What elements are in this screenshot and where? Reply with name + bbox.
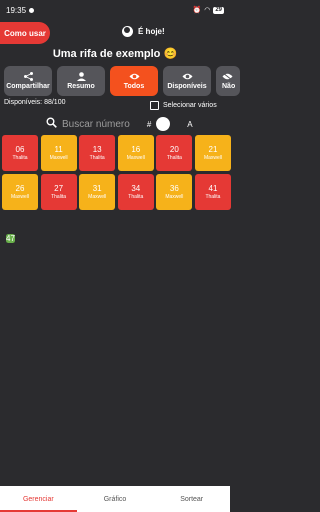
wifi-icon: ◠	[204, 7, 211, 14]
number-label: 20	[169, 145, 179, 154]
buyer-name: Thalita	[128, 193, 144, 200]
number-cell[interactable]: 31 Maxwell	[79, 173, 116, 210]
buyer-name: Thalita	[166, 155, 182, 161]
all-filter-button[interactable]: Todos	[110, 66, 158, 96]
buyer-name: Thalita	[12, 155, 28, 161]
search-input[interactable]: Buscar número	[62, 119, 130, 130]
sort-numeric-label: #	[146, 119, 152, 129]
today-button[interactable]: É hoje!	[122, 26, 165, 37]
buyer-name: Maxwell	[126, 155, 145, 161]
number-label: 31	[92, 183, 102, 193]
today-label: É hoje!	[138, 27, 165, 36]
available-count: Disponíveis: 88/100	[4, 99, 66, 106]
number-label: 26	[15, 183, 25, 193]
alarm-icon: ⏰	[192, 7, 202, 14]
eye-off-icon	[222, 72, 233, 81]
buyer-name: Thalita	[89, 155, 105, 161]
number-label: 06	[15, 145, 25, 154]
sort-toggle[interactable]	[156, 117, 171, 131]
number-label: 27	[54, 183, 64, 193]
person-icon	[76, 72, 87, 81]
battery-icon: 29	[213, 6, 224, 14]
number-label: 11	[54, 145, 63, 154]
number-label: 41	[208, 183, 218, 193]
select-various-checkbox[interactable]	[150, 101, 159, 110]
all-filter-label: Todos	[123, 83, 145, 90]
como-usar-button[interactable]: Como usar	[0, 22, 50, 44]
unavailable-filter-button[interactable]: Não	[216, 66, 240, 96]
share-icon	[23, 72, 34, 81]
number-cell[interactable]: 21 Maxwell	[194, 135, 231, 171]
number-label: 34	[131, 183, 141, 193]
search-row: Buscar número # A	[46, 115, 193, 133]
buyer-name: Maxwell	[49, 155, 68, 161]
buyer-name: Maxwell	[203, 155, 222, 161]
number-label: 16	[131, 145, 141, 154]
buyer-name: Maxwell	[10, 193, 30, 200]
number-cell[interactable]: 13 Thalita	[79, 135, 116, 171]
page-title: Uma rifa de exemplo 😊	[52, 48, 178, 60]
bottom-nav: Gerenciar Gráfico Sortear	[0, 486, 230, 512]
tab-grafico[interactable]: Gráfico	[77, 486, 154, 512]
status-time: 19:35	[6, 5, 27, 15]
number-cell[interactable]: 27 Thalita	[40, 173, 77, 210]
share-filter-button[interactable]: Compartilhar	[4, 66, 52, 96]
select-various-toggle[interactable]: Selecionar vários	[150, 101, 217, 110]
moon-icon	[122, 26, 133, 37]
number-cell[interactable]: 20 Thalita	[156, 135, 193, 171]
number-label: 13	[92, 145, 102, 154]
sort-alpha-label: A	[187, 119, 193, 129]
number-label: 21	[208, 145, 218, 154]
unavailable-filter-label: Não	[222, 83, 236, 90]
number-cell[interactable]: 47	[6, 234, 15, 243]
tab-gerenciar[interactable]: Gerenciar	[0, 486, 77, 512]
eye-icon	[182, 72, 193, 81]
number-cell[interactable]: 11 Maxwell	[40, 135, 77, 171]
summary-filter-button[interactable]: Resumo	[57, 66, 105, 96]
status-left: 19:35	[6, 5, 35, 15]
filter-bar: Compartilhar Resumo Todos Disponíveis Nã…	[4, 66, 240, 96]
buyer-name: Thalita	[51, 193, 67, 200]
number-grid: 00010203040506Thalita0708091011Maxwell12…	[2, 135, 231, 243]
number-cell[interactable]: 16 Maxwell	[117, 135, 154, 171]
tab-sortear[interactable]: Sortear	[153, 486, 230, 512]
number-cell[interactable]: 41 Thalita	[194, 173, 231, 210]
buyer-name: Thalita	[205, 193, 221, 200]
status-right: ⏰ ◠ 29	[192, 6, 224, 14]
select-various-label: Selecionar vários	[163, 102, 217, 109]
buyer-name: Maxwell	[165, 193, 184, 200]
number-cell[interactable]: 36 Maxwell	[156, 173, 193, 210]
share-filter-label: Compartilhar	[6, 83, 50, 90]
status-bar: 19:35 ⏰ ◠ 29	[0, 0, 230, 20]
search-icon	[46, 115, 57, 133]
notification-dot-icon	[29, 7, 35, 13]
summary-filter-label: Resumo	[67, 83, 95, 90]
available-filter-button[interactable]: Disponíveis	[163, 66, 211, 96]
number-cell[interactable]: 34 Thalita	[117, 173, 154, 210]
number-label: 47	[6, 234, 15, 243]
buyer-name: Maxwell	[88, 193, 107, 200]
available-filter-label: Disponíveis	[167, 83, 207, 90]
eye-icon	[129, 72, 140, 81]
number-label: 36	[169, 183, 179, 193]
number-cell[interactable]: 26 Maxwell	[2, 173, 38, 210]
number-cell[interactable]: 06 Thalita	[2, 135, 38, 171]
